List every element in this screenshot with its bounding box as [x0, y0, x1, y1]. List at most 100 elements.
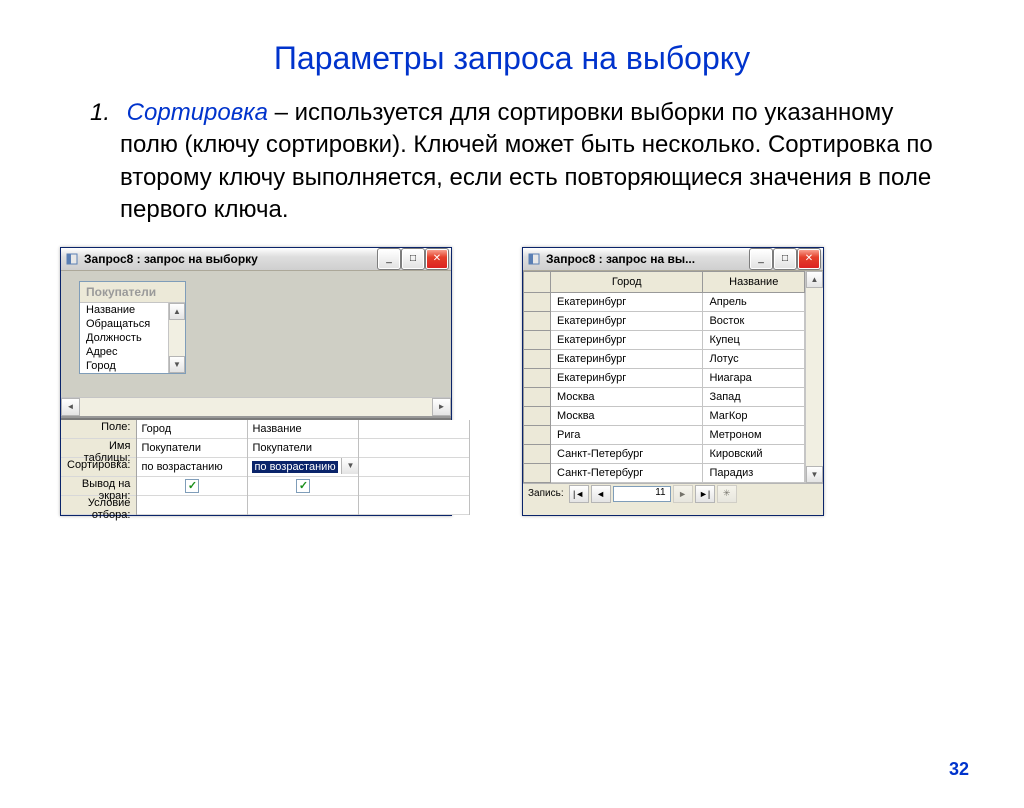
table-row[interactable]: МоскваЗапад [524, 387, 805, 406]
scroll-up-icon[interactable]: ▲ [806, 271, 823, 288]
design-row-labels: Поле:Имя таблицы:Сортировка:Вывод на экр… [61, 420, 137, 515]
grid-column[interactable]: НазваниеПокупателипо возрастанию▼ ✓ [248, 420, 359, 515]
table-row[interactable]: ЕкатеринбургЛотус [524, 349, 805, 368]
field-list-item[interactable]: Адрес [80, 345, 168, 359]
title-bar[interactable]: Запрос8 : запрос на выборку _ □ ✕ [61, 248, 451, 271]
table-cell[interactable]: МагКор [703, 406, 805, 425]
row-selector[interactable] [524, 463, 551, 482]
prev-record-button[interactable]: ◄ [591, 485, 611, 503]
field-list-item[interactable]: Обращаться [80, 317, 168, 331]
h-scrollbar[interactable]: ◄ ► [61, 397, 451, 416]
cell-field[interactable]: Город [137, 420, 247, 439]
row-selector-header[interactable] [524, 271, 551, 292]
table-cell[interactable]: Екатеринбург [551, 311, 703, 330]
scroll-left-icon[interactable]: ◄ [61, 398, 80, 416]
close-button[interactable]: ✕ [798, 249, 820, 269]
field-list-item[interactable]: Должность [80, 331, 168, 345]
table-row[interactable]: ЕкатеринбургАпрель [524, 292, 805, 311]
chevron-down-icon[interactable]: ▼ [341, 458, 358, 474]
maximize-button[interactable]: □ [774, 249, 796, 269]
close-button[interactable]: ✕ [426, 249, 448, 269]
field-list-item[interactable]: Город [80, 359, 168, 373]
table-cell[interactable]: Рига [551, 425, 703, 444]
scroll-right-icon[interactable]: ► [432, 398, 451, 416]
field-list-scrollbar[interactable]: ▲ ▼ [168, 303, 185, 373]
empty-cell[interactable] [359, 477, 469, 496]
scroll-down-icon[interactable]: ▼ [806, 466, 823, 483]
scroll-down-icon[interactable]: ▼ [169, 356, 185, 373]
table-row[interactable]: МоскваМагКор [524, 406, 805, 425]
row-selector[interactable] [524, 387, 551, 406]
row-selector[interactable] [524, 406, 551, 425]
table-cell[interactable]: Апрель [703, 292, 805, 311]
table-cell[interactable]: Санкт-Петербург [551, 463, 703, 482]
table-row[interactable]: ЕкатеринбургНиагара [524, 368, 805, 387]
column-header[interactable]: Название [703, 271, 805, 292]
first-record-button[interactable]: |◄ [569, 485, 589, 503]
table-row[interactable]: ЕкатеринбургВосток [524, 311, 805, 330]
maximize-button[interactable]: □ [402, 249, 424, 269]
row-selector[interactable] [524, 292, 551, 311]
table-cell[interactable]: Купец [703, 330, 805, 349]
cell-show[interactable]: ✓ [248, 477, 358, 496]
column-header[interactable]: Город [551, 271, 703, 292]
design-upper-pane: Покупатели НазваниеОбращатьсяДолжностьАд… [61, 271, 451, 418]
cell-table[interactable]: Покупатели [248, 439, 358, 458]
grid-column[interactable]: ГородПокупателипо возрастанию ✓ [137, 420, 248, 515]
field-list-box[interactable]: Покупатели НазваниеОбращатьсяДолжностьАд… [79, 281, 186, 374]
title-bar[interactable]: Запрос8 : запрос на вы... _ □ ✕ [523, 248, 823, 271]
grid-row-label: Условие отбора: [61, 496, 136, 515]
last-record-button[interactable]: ►| [695, 485, 715, 503]
checkbox-icon[interactable]: ✓ [296, 479, 310, 493]
minimize-button[interactable]: _ [378, 249, 400, 269]
empty-cell[interactable] [359, 439, 469, 458]
minimize-button[interactable]: _ [750, 249, 772, 269]
table-cell[interactable]: Москва [551, 406, 703, 425]
empty-cell[interactable] [359, 420, 469, 439]
table-row[interactable]: Санкт-ПетербургПарадиз [524, 463, 805, 482]
table-cell[interactable]: Парадиз [703, 463, 805, 482]
cell-sort[interactable]: по возрастанию [137, 458, 247, 477]
table-cell[interactable]: Екатеринбург [551, 349, 703, 368]
record-number-input[interactable]: 11 [613, 486, 671, 502]
table-row[interactable]: ЕкатеринбургКупец [524, 330, 805, 349]
checkbox-icon[interactable]: ✓ [185, 479, 199, 493]
table-row[interactable]: Санкт-ПетербургКировский [524, 444, 805, 463]
cell-field[interactable]: Название [248, 420, 358, 439]
row-selector[interactable] [524, 311, 551, 330]
table-cell[interactable]: Екатеринбург [551, 330, 703, 349]
table-row[interactable]: РигаМетроном [524, 425, 805, 444]
table-cell[interactable]: Метроном [703, 425, 805, 444]
field-list-item[interactable]: Название [80, 303, 168, 317]
table-cell[interactable]: Восток [703, 311, 805, 330]
datasheet-window: Запрос8 : запрос на вы... _ □ ✕ ГородНаз… [522, 247, 824, 516]
record-navigator[interactable]: Запись: |◄ ◄ 11 ► ►| ✳ [523, 483, 823, 504]
empty-cell[interactable] [359, 496, 469, 515]
empty-cell[interactable] [359, 458, 469, 477]
next-record-button[interactable]: ► [673, 485, 693, 503]
table-cell[interactable]: Ниагара [703, 368, 805, 387]
cell-table[interactable]: Покупатели [137, 439, 247, 458]
scroll-up-icon[interactable]: ▲ [169, 303, 185, 320]
row-selector[interactable] [524, 330, 551, 349]
table-cell[interactable]: Екатеринбург [551, 292, 703, 311]
table-cell[interactable]: Кировский [703, 444, 805, 463]
table-cell[interactable]: Лотус [703, 349, 805, 368]
datasheet-table[interactable]: ГородНазвание ЕкатеринбургАпрельЕкатерин… [523, 271, 805, 483]
cell-sort[interactable]: по возрастанию▼ [248, 458, 358, 477]
table-cell[interactable]: Москва [551, 387, 703, 406]
field-list[interactable]: НазваниеОбращатьсяДолжностьАдресГород [80, 303, 168, 373]
cell-criteria[interactable] [137, 496, 247, 515]
new-record-button[interactable]: ✳ [717, 485, 737, 503]
table-cell[interactable]: Екатеринбург [551, 368, 703, 387]
v-scrollbar[interactable]: ▲ ▼ [805, 271, 823, 483]
row-selector[interactable] [524, 425, 551, 444]
cell-show[interactable]: ✓ [137, 477, 247, 496]
cell-criteria[interactable] [248, 496, 358, 515]
table-cell[interactable]: Санкт-Петербург [551, 444, 703, 463]
design-columns[interactable]: ГородПокупателипо возрастанию✓НазваниеПо… [137, 420, 470, 515]
row-selector[interactable] [524, 444, 551, 463]
row-selector[interactable] [524, 368, 551, 387]
table-cell[interactable]: Запад [703, 387, 805, 406]
row-selector[interactable] [524, 349, 551, 368]
